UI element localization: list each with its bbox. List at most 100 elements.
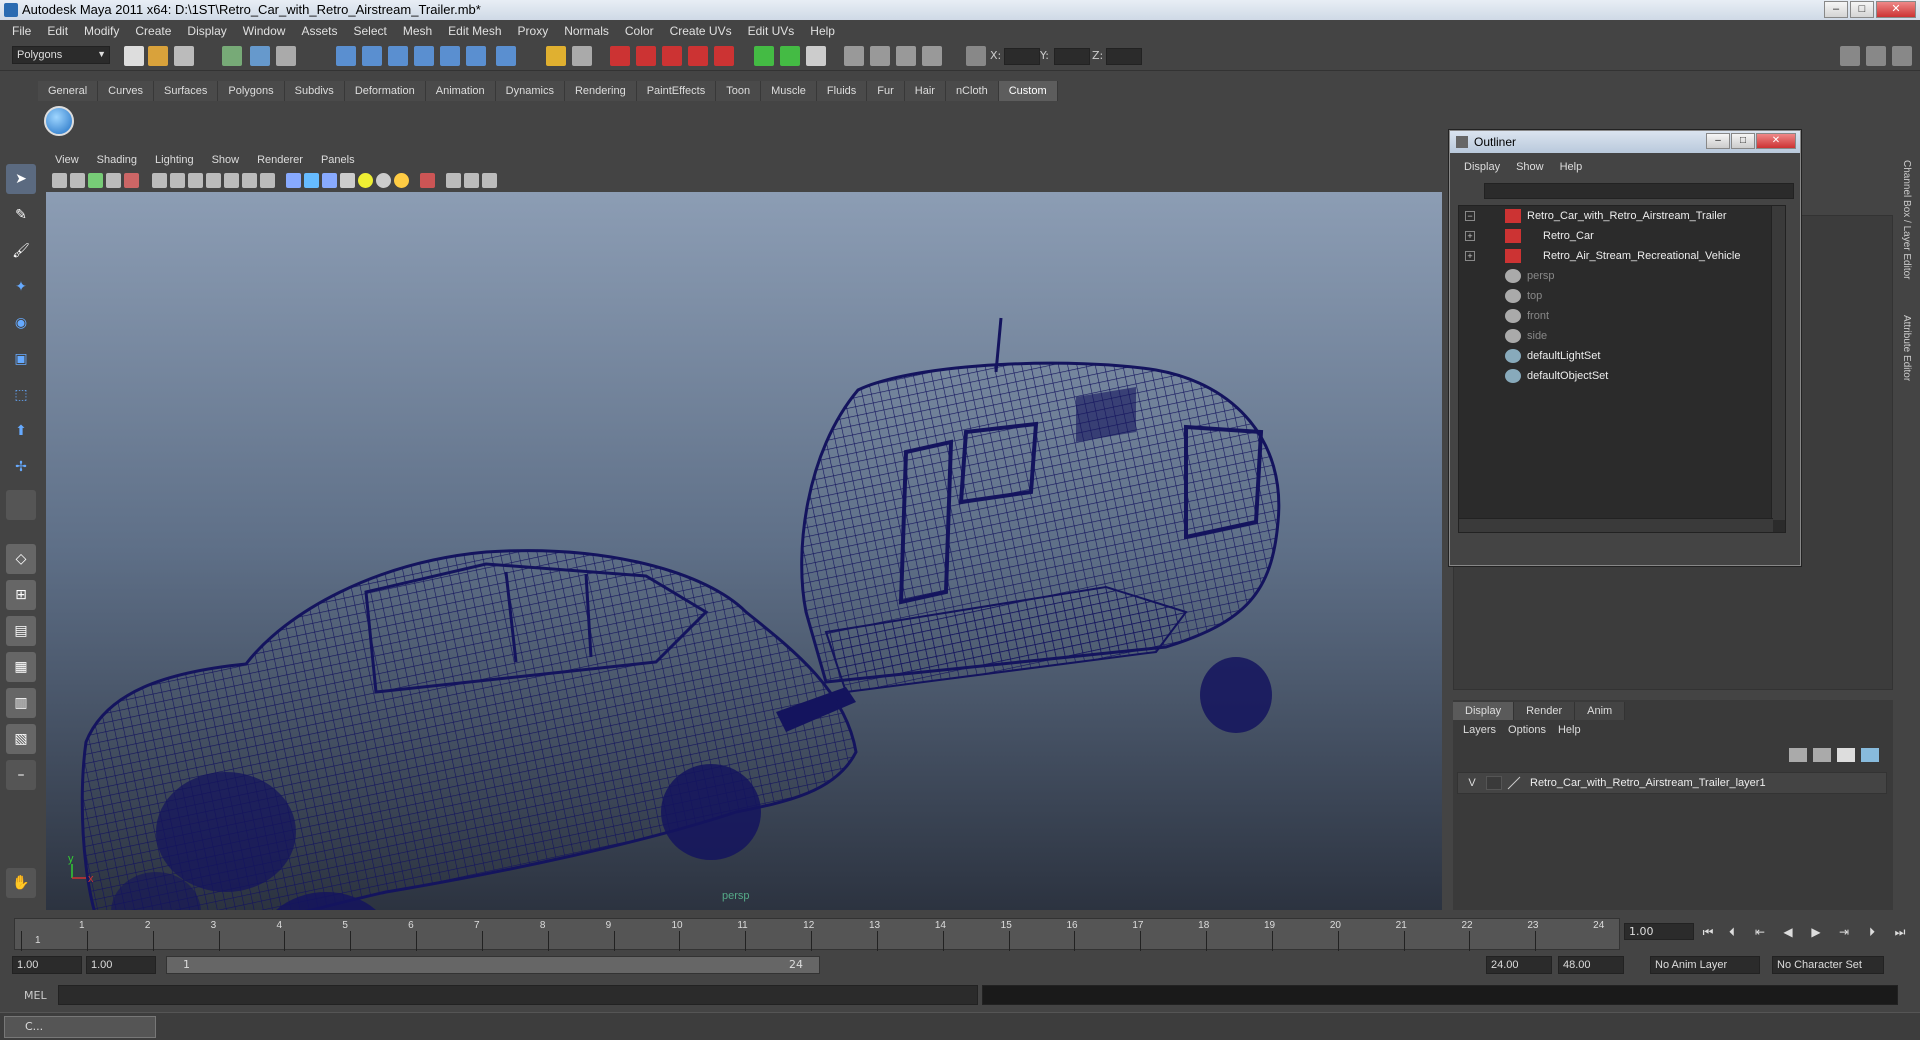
step-forward-frame-icon[interactable]: ⏵ [1862, 923, 1882, 941]
show-manipulator-icon[interactable]: ✢ [6, 452, 36, 482]
move-tool-icon[interactable]: ✦ [6, 272, 36, 302]
hypershade-icon[interactable] [688, 46, 708, 66]
lock-icon[interactable] [546, 46, 566, 66]
menu-mesh[interactable]: Mesh [395, 24, 440, 38]
range-slider[interactable]: 1 24 [166, 956, 820, 974]
image-plane-icon[interactable] [106, 173, 121, 188]
open-scene-icon[interactable] [148, 46, 168, 66]
menu-select[interactable]: Select [345, 24, 394, 38]
absolute-transform-icon[interactable] [806, 46, 826, 66]
menu-proxy[interactable]: Proxy [510, 24, 557, 38]
go-to-end-icon[interactable]: ⏭ [1890, 923, 1910, 941]
play-backwards-icon[interactable]: ◀ [1778, 923, 1798, 941]
safe-title-icon[interactable] [260, 173, 275, 188]
smooth-shading-icon[interactable] [304, 173, 319, 188]
scale-tool-icon[interactable]: ▣ [6, 344, 36, 374]
layer-row[interactable]: V Retro_Car_with_Retro_Airstream_Trailer… [1457, 772, 1887, 794]
viewport-menu-show[interactable]: Show [203, 154, 249, 166]
playback-end-field[interactable]: 24.00 [1486, 956, 1552, 974]
layer-tab-anim[interactable]: Anim [1575, 702, 1626, 720]
outliner-item[interactable]: persp [1459, 266, 1769, 286]
hypershade-persp-layout-icon[interactable]: ▥ [6, 688, 36, 718]
persp-outliner-layout-icon[interactable]: ▤ [6, 616, 36, 646]
layer-template-toggle[interactable] [1486, 776, 1502, 790]
gate-mask-icon[interactable] [206, 173, 221, 188]
move-layer-up-icon[interactable] [1789, 748, 1807, 762]
rotate-tool-icon[interactable]: ◉ [6, 308, 36, 338]
y-field[interactable] [1054, 48, 1090, 65]
shelf-tab-polygons[interactable]: Polygons [218, 81, 285, 101]
selection-mask-icon[interactable] [572, 46, 592, 66]
new-scene-icon[interactable] [124, 46, 144, 66]
layer-visibility-toggle[interactable]: V [1464, 773, 1480, 793]
outliner-title-bar[interactable]: Outliner – □ ✕ [1450, 131, 1800, 153]
outliner-item[interactable]: top [1459, 286, 1769, 306]
hand-icon[interactable]: ✋ [6, 868, 36, 898]
time-slider[interactable]: 1 2 3 4 5 6 7 8 9 10 11 12 13 14 15 16 17 18 19 20 21 22 23 24 1 [14, 918, 1620, 951]
menu-help[interactable]: Help [802, 24, 843, 38]
shelf-tab-fur[interactable]: Fur [867, 81, 905, 101]
outliner-vertical-scrollbar[interactable] [1771, 206, 1785, 520]
outliner-item[interactable]: − Retro_Car_with_Retro_Airstream_Trailer [1459, 206, 1769, 226]
outliner-item[interactable]: + Retro_Air_Stream_Recreational_Vehicle [1459, 246, 1769, 266]
transform-mode-icon[interactable] [966, 46, 986, 66]
attribute-editor-tab[interactable]: Attribute Editor [1901, 315, 1912, 381]
playback-start-field[interactable]: 1.00 [86, 956, 156, 974]
render-view-icon[interactable] [714, 46, 734, 66]
current-frame-field[interactable]: 1.00 [1624, 923, 1694, 940]
outliner-close-button[interactable]: ✕ [1756, 133, 1796, 149]
layer-tab-render[interactable]: Render [1514, 702, 1576, 720]
anim-layer-dropdown[interactable]: No Anim Layer [1650, 956, 1760, 974]
backface-culling-icon[interactable] [482, 173, 497, 188]
toggle-channel-box-icon[interactable] [1892, 46, 1912, 66]
snap-curve-icon[interactable] [362, 46, 382, 66]
show-modeling-toolkit-icon[interactable] [922, 46, 942, 66]
step-forward-key-icon[interactable]: ⇥ [1834, 923, 1854, 941]
shelf-tab-fluids[interactable]: Fluids [816, 81, 868, 101]
select-by-hierarchy-icon[interactable] [222, 46, 242, 66]
minimize-button[interactable]: – [1824, 1, 1848, 18]
select-tool-icon[interactable]: ➤ [6, 164, 36, 194]
shelf-tab-ncloth[interactable]: nCloth [945, 81, 999, 101]
two-d-pan-zoom-icon[interactable] [124, 173, 139, 188]
expand-toggle[interactable]: + [1465, 251, 1475, 261]
shelf-tab-subdivs[interactable]: Subdivs [284, 81, 345, 101]
toggle-attribute-editor-icon[interactable] [1840, 46, 1860, 66]
step-back-key-icon[interactable]: ⇤ [1750, 923, 1770, 941]
command-input[interactable] [58, 985, 978, 1005]
character-set-dropdown[interactable]: No Character Set [1772, 956, 1884, 974]
menu-display[interactable]: Display [179, 24, 234, 38]
outliner-menu-display[interactable]: Display [1456, 161, 1508, 173]
wireframe-shading-icon[interactable] [286, 173, 301, 188]
four-view-layout-icon[interactable]: ⊞ [6, 580, 36, 610]
create-empty-layer-icon[interactable] [1837, 748, 1855, 762]
snap-grid-icon[interactable] [336, 46, 356, 66]
layer-menu-help[interactable]: Help [1552, 724, 1587, 736]
maximize-button[interactable]: □ [1850, 1, 1874, 18]
shelf-tab-muscle[interactable]: Muscle [761, 81, 817, 101]
menu-window[interactable]: Window [235, 24, 294, 38]
viewport-menu-view[interactable]: View [46, 154, 88, 166]
menu-edit-mesh[interactable]: Edit Mesh [440, 24, 509, 38]
outliner-item[interactable]: front [1459, 306, 1769, 326]
animation-start-field[interactable]: 1.00 [12, 956, 82, 974]
menu-normals[interactable]: Normals [556, 24, 617, 38]
viewport-menu-shading[interactable]: Shading [88, 154, 146, 166]
z-field[interactable] [1106, 48, 1142, 65]
expand-toggle[interactable]: − [1465, 211, 1475, 221]
toggle-tool-settings-icon[interactable] [1866, 46, 1886, 66]
shelf-tab-toon[interactable]: Toon [716, 81, 762, 101]
shelf-tab-surfaces[interactable]: Surfaces [153, 81, 219, 101]
outliner-item[interactable]: defaultObjectSet [1459, 366, 1769, 386]
safe-action-icon[interactable] [242, 173, 257, 188]
shelf-tab-deformation[interactable]: Deformation [344, 81, 426, 101]
create-layer-from-selected-icon[interactable] [1861, 748, 1879, 762]
select-by-component-icon[interactable] [276, 46, 296, 66]
high-quality-icon[interactable] [394, 173, 409, 188]
show-channel-box-icon[interactable] [896, 46, 916, 66]
layer-tab-display[interactable]: Display [1453, 702, 1515, 720]
single-perspective-layout-icon[interactable]: ◇ [6, 544, 36, 574]
layer-menu-layers[interactable]: Layers [1457, 724, 1502, 736]
snap-view-plane-icon[interactable] [414, 46, 434, 66]
shelf-tab-custom[interactable]: Custom [998, 81, 1058, 101]
